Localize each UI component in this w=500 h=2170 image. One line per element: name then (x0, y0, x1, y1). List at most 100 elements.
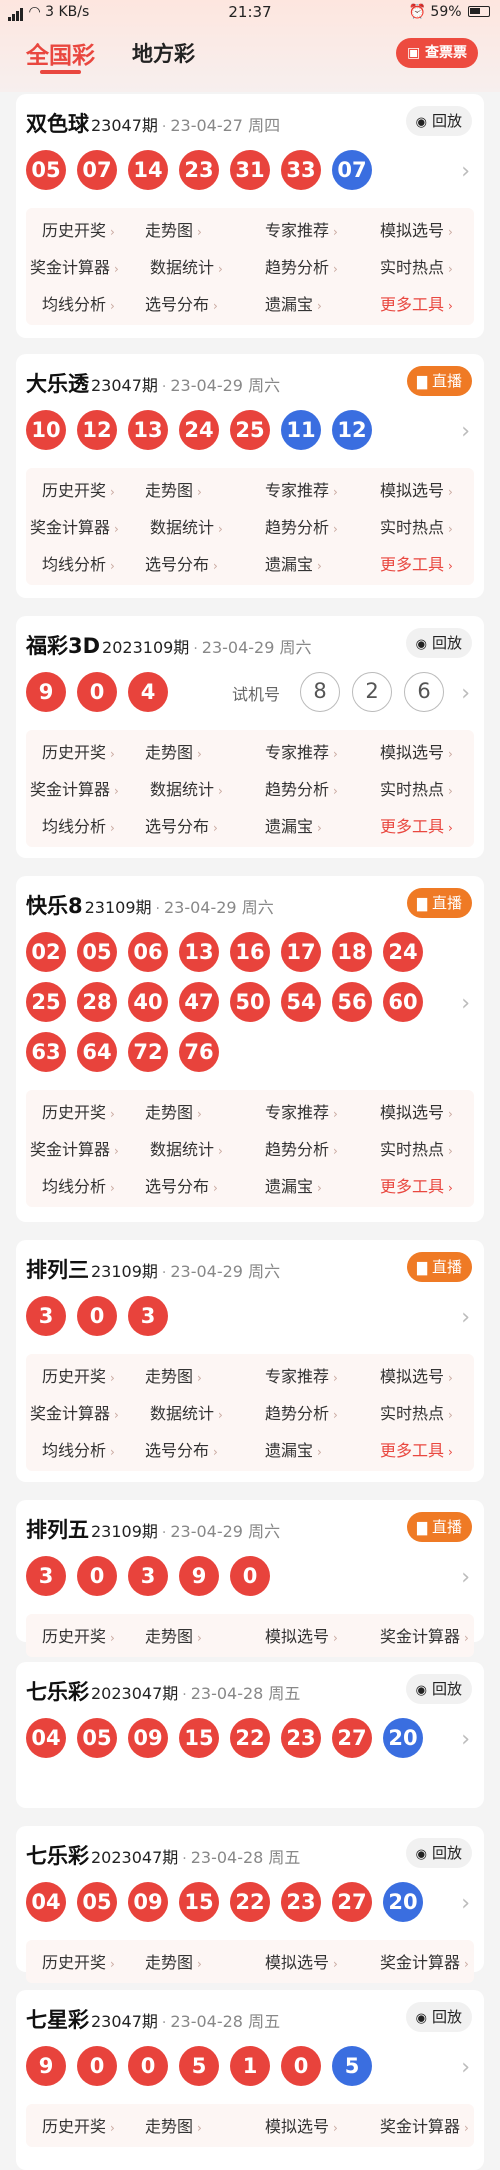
lottery-card[interactable]: 七乐彩 2023047期 · 23-04-28 周五 ◉ 回放 04 05 09 15 22 23 27… (16, 1662, 484, 1808)
tool-link[interactable]: 趋势分析 › (265, 1400, 338, 1424)
tool-link[interactable]: 奖金计算器 › (380, 2113, 469, 2137)
replay-button[interactable]: ◉ 回放 (405, 1838, 472, 1868)
tool-link[interactable]: 更多工具 › (380, 551, 453, 575)
tool-link[interactable]: 遗漏宝 › (265, 1173, 322, 1197)
tool-link[interactable]: 走势图 › (145, 1363, 202, 1387)
tool-link[interactable]: 模拟选号 › (380, 477, 453, 501)
tool-link[interactable]: 模拟选号 › (265, 1623, 338, 1647)
tool-link[interactable]: 走势图 › (145, 477, 202, 501)
tool-link[interactable]: 奖金计算器 › (380, 1949, 469, 1973)
tool-link[interactable]: 数据统计 › (150, 254, 223, 278)
tool-link[interactable]: 遗漏宝 › (265, 1437, 322, 1461)
live-button[interactable]: ▇ 直播 (406, 888, 472, 918)
tool-link[interactable]: 均线分析 › (42, 291, 115, 315)
tool-link[interactable]: 均线分析 › (42, 1437, 115, 1461)
tool-link[interactable]: 奖金计算器 › (30, 776, 119, 800)
tool-link[interactable]: 遗漏宝 › (265, 551, 322, 575)
tool-link[interactable]: 均线分析 › (42, 551, 115, 575)
tool-link[interactable]: 遗漏宝 › (265, 291, 322, 315)
tool-link[interactable]: 选号分布 › (145, 813, 218, 837)
replay-button[interactable]: ◉ 回放 (405, 106, 472, 136)
tool-link[interactable]: 模拟选号 › (380, 217, 453, 241)
chevron-right-icon[interactable]: › (461, 681, 470, 706)
tab-local[interactable]: 地方彩 (132, 38, 195, 68)
tool-link[interactable]: 选号分布 › (145, 291, 218, 315)
tool-link[interactable]: 选号分布 › (145, 551, 218, 575)
tool-link[interactable]: 走势图 › (145, 2113, 202, 2137)
replay-button[interactable]: ◉ 回放 (405, 628, 472, 658)
tool-link[interactable]: 模拟选号 › (380, 1363, 453, 1387)
lottery-card[interactable]: 七星彩 23047期 · 23-04-28 周五 ◉ 回放 9 0 0 5 1 0 5 › 历史开奖 › 走势图… (16, 1990, 484, 2170)
chevron-right-icon[interactable]: › (461, 1727, 470, 1752)
tool-link[interactable]: 数据统计 › (150, 776, 223, 800)
tool-link[interactable]: 历史开奖 › (42, 1099, 115, 1123)
tool-link[interactable]: 历史开奖 › (42, 1949, 115, 1973)
chevron-right-icon[interactable]: › (461, 1891, 470, 1916)
tool-link[interactable]: 趋势分析 › (265, 1136, 338, 1160)
tool-link[interactable]: 实时热点 › (380, 254, 453, 278)
tool-link[interactable]: 奖金计算器 › (30, 254, 119, 278)
tool-link[interactable]: 历史开奖 › (42, 2113, 115, 2137)
tool-link[interactable]: 奖金计算器 › (30, 1400, 119, 1424)
tool-link[interactable]: 专家推荐 › (265, 217, 338, 241)
tool-link[interactable]: 数据统计 › (150, 1136, 223, 1160)
tool-link[interactable]: 模拟选号 › (265, 2113, 338, 2137)
tool-link[interactable]: 更多工具 › (380, 813, 453, 837)
live-button[interactable]: ▇ 直播 (406, 1512, 472, 1542)
tool-link[interactable]: 选号分布 › (145, 1173, 218, 1197)
tool-link[interactable]: 模拟选号 › (380, 1099, 453, 1123)
live-button[interactable]: ▇ 直播 (406, 366, 472, 396)
tool-link[interactable]: 历史开奖 › (42, 1363, 115, 1387)
tool-link[interactable]: 更多工具 › (380, 1173, 453, 1197)
tool-link[interactable]: 奖金计算器 › (30, 1136, 119, 1160)
tool-link[interactable]: 专家推荐 › (265, 739, 338, 763)
lottery-card[interactable]: 排列三 23109期 · 23-04-29 周六 ▇ 直播 3 0 3 › 历史开奖 › 走势图 › 专家推… (16, 1240, 484, 1482)
chevron-right-icon[interactable]: › (461, 991, 470, 1016)
tool-link[interactable]: 历史开奖 › (42, 477, 115, 501)
tool-link[interactable]: 趋势分析 › (265, 514, 338, 538)
tool-link[interactable]: 走势图 › (145, 1623, 202, 1647)
tool-link[interactable]: 奖金计算器 › (380, 1623, 469, 1647)
tool-link[interactable]: 实时热点 › (380, 514, 453, 538)
tool-link[interactable]: 遗漏宝 › (265, 813, 322, 837)
tool-link[interactable]: 历史开奖 › (42, 1623, 115, 1647)
check-ticket-button[interactable]: ▣ 查票票 (396, 38, 478, 68)
tool-link[interactable]: 模拟选号 › (380, 739, 453, 763)
tool-link[interactable]: 专家推荐 › (265, 1099, 338, 1123)
lottery-card[interactable]: 七乐彩 2023047期 · 23-04-28 周五 ◉ 回放 04 05 09 15 22 23 27… (16, 1826, 484, 1983)
tool-link[interactable]: 趋势分析 › (265, 254, 338, 278)
tool-link[interactable]: 走势图 › (145, 1949, 202, 1973)
tool-link[interactable]: 更多工具 › (380, 291, 453, 315)
tool-link[interactable]: 专家推荐 › (265, 1363, 338, 1387)
tool-link[interactable]: 奖金计算器 › (30, 514, 119, 538)
tool-link[interactable]: 数据统计 › (150, 1400, 223, 1424)
lottery-card[interactable]: 排列五 23109期 · 23-04-29 周六 ▇ 直播 3 0 3 9 0 › 历史开奖 › 走势图 › 模… (16, 1500, 484, 1657)
live-button[interactable]: ▇ 直播 (406, 1252, 472, 1282)
chevron-right-icon[interactable]: › (461, 159, 470, 184)
tool-link[interactable]: 更多工具 › (380, 1437, 453, 1461)
chevron-right-icon[interactable]: › (461, 1565, 470, 1590)
tool-link[interactable]: 均线分析 › (42, 1173, 115, 1197)
lottery-card[interactable]: 大乐透 23047期 · 23-04-29 周六 ▇ 直播 10 12 13 24 25 11 12 › 历… (16, 354, 484, 598)
tab-national[interactable]: 全国彩 (26, 36, 95, 74)
tool-link[interactable]: 走势图 › (145, 1099, 202, 1123)
tool-link[interactable]: 历史开奖 › (42, 739, 115, 763)
tool-link[interactable]: 走势图 › (145, 739, 202, 763)
tool-link[interactable]: 实时热点 › (380, 1136, 453, 1160)
lottery-card[interactable]: 快乐8 23109期 · 23-04-29 周六 ▇ 直播 02 05 06 13 16 17 18 24… (16, 876, 484, 1222)
tool-link[interactable]: 走势图 › (145, 217, 202, 241)
tool-link[interactable]: 模拟选号 › (265, 1949, 338, 1973)
tool-link[interactable]: 实时热点 › (380, 776, 453, 800)
chevron-right-icon[interactable]: › (461, 1305, 470, 1330)
replay-button[interactable]: ◉ 回放 (405, 1674, 472, 1704)
tool-link[interactable]: 数据统计 › (150, 514, 223, 538)
chevron-right-icon[interactable]: › (461, 2055, 470, 2080)
tool-link[interactable]: 历史开奖 › (42, 217, 115, 241)
tool-link[interactable]: 选号分布 › (145, 1437, 218, 1461)
replay-button[interactable]: ◉ 回放 (405, 2002, 472, 2032)
tool-link[interactable]: 均线分析 › (42, 813, 115, 837)
lottery-card[interactable]: 双色球 23047期 · 23-04-27 周四 ◉ 回放 05 07 14 23 31 33 07 › 历… (16, 94, 484, 338)
lottery-card[interactable]: 福彩3D 2023109期 · 23-04-29 周六 ◉ 回放 9 0 4 试机号 8 2 6 › 历史开… (16, 616, 484, 858)
tool-link[interactable]: 趋势分析 › (265, 776, 338, 800)
tool-link[interactable]: 专家推荐 › (265, 477, 338, 501)
